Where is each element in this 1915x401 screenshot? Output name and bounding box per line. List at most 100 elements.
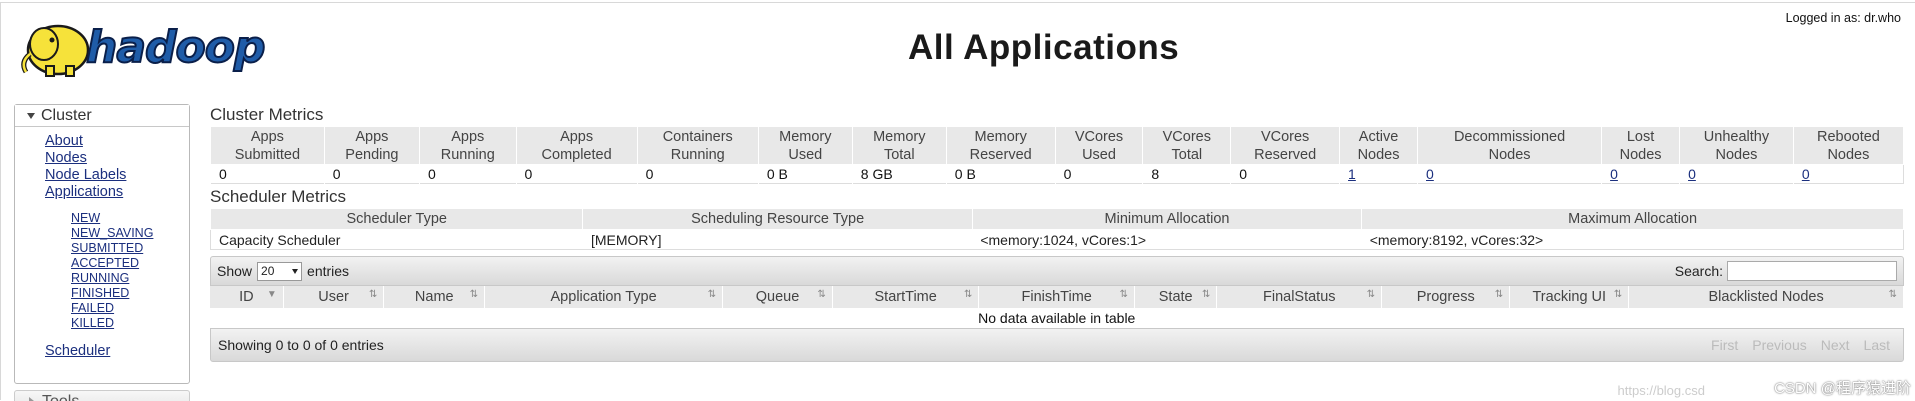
table-info: Showing 0 to 0 of 0 entries: [218, 337, 384, 353]
cluster-section: Cluster About Nodes Node Labels Applicat…: [14, 104, 190, 384]
metric-header-line1: Active: [1358, 128, 1399, 145]
metric-header-6: Memory Total: [851, 126, 947, 165]
nav-link-state-new-saving[interactable]: NEW_SAVING: [71, 226, 189, 241]
page-length-value: 20: [261, 264, 275, 278]
column-label: StartTime: [874, 289, 937, 305]
metric-value-cell-1: 0: [323, 164, 420, 184]
sort-both-icon: ⇅: [964, 289, 973, 300]
nav-link-nodes[interactable]: Nodes: [45, 150, 189, 167]
nav-link-state-running[interactable]: RUNNING: [71, 271, 189, 286]
nav-link-state-accepted[interactable]: ACCEPTED: [71, 256, 189, 271]
main-content: Cluster Metrics Apps Submitted Apps Pending…: [209, 104, 1905, 362]
apps-col-tracking-ui[interactable]: Tracking UI ⇅: [1509, 286, 1630, 308]
nav-link-applications[interactable]: Applications: [45, 184, 189, 201]
metric-value-cell-0: 0: [210, 164, 325, 184]
apps-col-finalstatus[interactable]: FinalStatus ⇅: [1216, 286, 1383, 308]
metric-value[interactable]: 0: [1802, 166, 1810, 182]
metric-value-cell-13[interactable]: 0: [1601, 164, 1680, 184]
apps-col-id[interactable]: ID ▼: [210, 286, 284, 308]
metric-value-cell-2: 0: [419, 164, 517, 184]
metric-header-line2: Nodes: [1827, 146, 1870, 163]
watermark: CSDN @程序猿进阶: [1774, 380, 1911, 397]
nav-link-about[interactable]: About: [45, 133, 189, 150]
apps-col-state[interactable]: State ⇅: [1134, 286, 1218, 308]
nav-link-state-new[interactable]: NEW: [71, 211, 189, 226]
metric-header-11: Active Nodes: [1339, 126, 1419, 165]
search-input[interactable]: [1727, 261, 1897, 281]
metric-value: 0: [1063, 166, 1072, 182]
scheduler-metrics-title: Scheduler Metrics: [210, 187, 347, 206]
cluster-section-header[interactable]: Cluster: [15, 105, 189, 127]
sort-both-icon: ⇅: [1201, 289, 1211, 300]
nav-link-state-failed[interactable]: FAILED: [71, 301, 189, 316]
metric-value-cell-3: 0: [515, 164, 638, 184]
metric-header-line1: Lost: [1626, 128, 1655, 145]
logged-in-user: Logged in as: dr.who: [1785, 11, 1901, 25]
sched-col-max: Maximum Allocation: [1361, 208, 1904, 230]
metric-value-cell-12[interactable]: 0: [1417, 164, 1602, 184]
apps-table-toolbar: Show 20 entries Search:: [210, 256, 1904, 286]
metric-header-line2: Nodes: [1619, 146, 1662, 163]
metric-value[interactable]: 0: [1426, 166, 1434, 182]
sort-both-icon: ⇅: [1494, 289, 1504, 300]
column-label: State: [1158, 289, 1193, 305]
collapse-triangle-icon: [27, 112, 35, 119]
apps-col-name[interactable]: Name ⇅: [383, 286, 486, 308]
nav-link-state-submitted[interactable]: SUBMITTED: [71, 241, 189, 256]
sched-min-value: <memory:1024, vCores:1>: [980, 231, 1147, 248]
sidebar-nav: Cluster About Nodes Node Labels Applicat…: [14, 104, 190, 401]
nav-link-scheduler[interactable]: Scheduler: [45, 343, 189, 360]
metric-value[interactable]: 1: [1348, 166, 1356, 182]
column-label: User: [318, 289, 349, 305]
metric-header-line1: Memory: [974, 128, 1027, 145]
scheduler-metrics-table: Scheduler Type Scheduling Resource Type …: [209, 208, 1904, 250]
metric-header-10: VCores Reserved: [1230, 126, 1341, 165]
column-label: Progress: [1416, 289, 1475, 305]
metric-header-line2: Nodes: [1357, 146, 1400, 163]
metric-value: 0: [332, 166, 341, 182]
column-label: Queue: [755, 289, 800, 305]
metric-value: 0 B: [954, 166, 976, 182]
pager-last[interactable]: Last: [1864, 337, 1890, 353]
metric-header-line2: Completed: [541, 146, 612, 163]
metric-value-cell-11[interactable]: 1: [1339, 164, 1418, 184]
hadoop-logo[interactable]: hadoop: [16, 10, 316, 82]
pager-first[interactable]: First: [1711, 337, 1738, 353]
page-length-select[interactable]: 20: [257, 261, 303, 281]
sort-both-icon: ⇅: [1888, 289, 1897, 300]
apps-col-finishtime[interactable]: FinishTime ⇅: [978, 286, 1135, 308]
apps-col-queue[interactable]: Queue ⇅: [722, 286, 833, 308]
pager-previous[interactable]: Previous: [1752, 337, 1806, 353]
metric-header-15: Rebooted Nodes: [1792, 126, 1905, 165]
apps-col-starttime[interactable]: StartTime ⇅: [832, 286, 980, 308]
metric-value[interactable]: 0: [1688, 166, 1696, 182]
metric-header-2: Apps Running: [419, 126, 517, 165]
metric-value-cell-15[interactable]: 0: [1792, 164, 1904, 184]
app-state-links: NEW NEW_SAVING SUBMITTED ACCEPTED RUNNIN…: [45, 211, 189, 331]
column-label: FinalStatus: [1262, 289, 1336, 305]
nav-link-state-finished[interactable]: FINISHED: [71, 286, 189, 301]
column-label: FinishTime: [1021, 289, 1092, 305]
apps-col-application-type[interactable]: Application Type ⇅: [484, 286, 724, 308]
metric-value[interactable]: 0: [1610, 166, 1618, 182]
nav-link-node-labels[interactable]: Node Labels: [45, 167, 189, 184]
metric-value-cell-4: 0: [636, 164, 759, 184]
metric-value-cell-6: 8 GB: [851, 164, 947, 184]
metric-value: 0: [219, 166, 227, 182]
metric-value-cell-14[interactable]: 0: [1679, 164, 1794, 184]
apps-col-blacklisted-nodes[interactable]: Blacklisted Nodes ⇅: [1628, 286, 1904, 308]
metric-header-line2: Nodes: [1715, 146, 1758, 163]
pager-next[interactable]: Next: [1821, 337, 1850, 353]
tools-section-header[interactable]: Tools: [14, 390, 190, 401]
apps-col-progress[interactable]: Progress ⇅: [1381, 286, 1511, 308]
metric-header-line1: VCores: [1074, 128, 1124, 145]
nav-link-state-killed[interactable]: KILLED: [71, 316, 189, 331]
metric-header-1: Apps Pending: [323, 126, 421, 165]
metric-header-line1: VCores: [1260, 128, 1310, 145]
metric-header-line1: VCores: [1162, 128, 1211, 145]
dropdown-arrow-icon: [292, 268, 299, 274]
apps-col-user[interactable]: User ⇅: [283, 286, 385, 308]
sort-both-icon: ⇅: [369, 289, 378, 300]
empty-table-message: No data available in table: [978, 310, 1136, 326]
apps-table-footer: Showing 0 to 0 of 0 entries First Previo…: [210, 328, 1904, 362]
